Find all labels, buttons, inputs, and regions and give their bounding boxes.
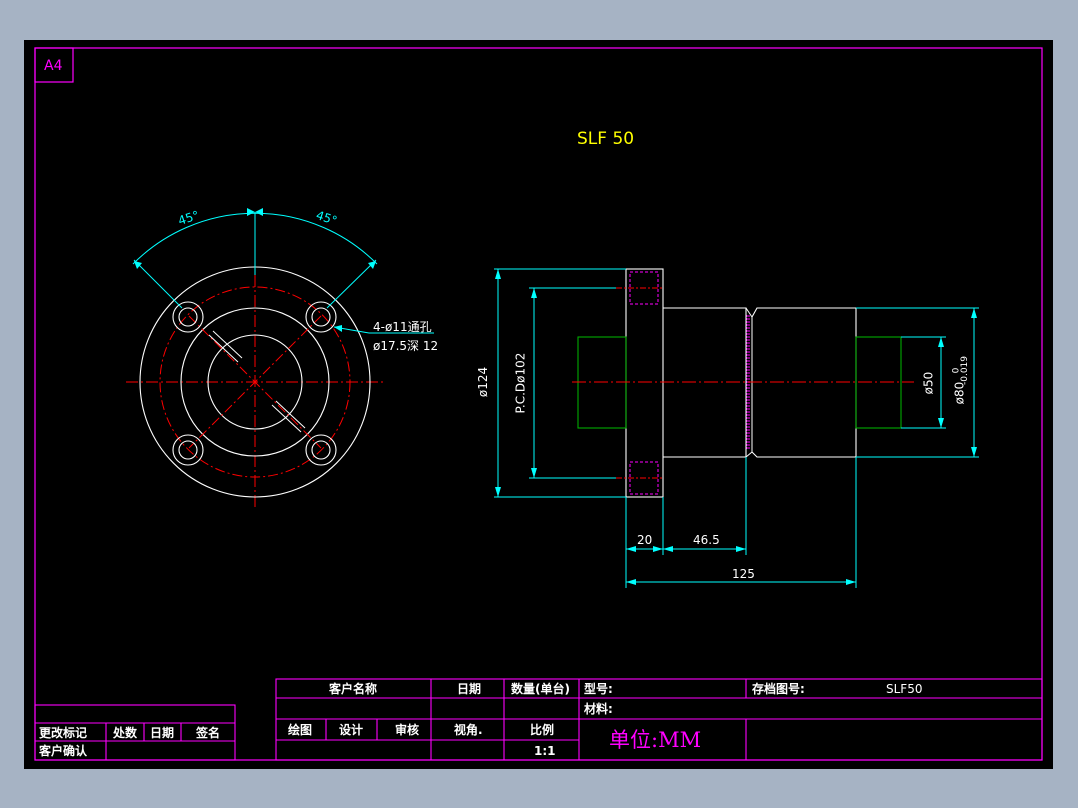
- tb-archive-value: SLF50: [886, 682, 923, 696]
- tb-customer-confirm: 客户确认: [39, 744, 88, 758]
- oil-hole-line: [275, 400, 306, 429]
- drawing-canvas: A4 SLF 50 45° 45° 4-ø11通孔 ø17.5深 12 ø124…: [24, 40, 1053, 769]
- arrow: [971, 447, 977, 457]
- arrow: [938, 337, 944, 347]
- hole-spec-label-1: 4-ø11通孔: [373, 320, 432, 334]
- tb-sign: 签名: [196, 726, 221, 740]
- tb-material: 材料:: [584, 702, 613, 716]
- tb-model: 型号:: [584, 682, 613, 696]
- cad-drawing: [34, 47, 1043, 761]
- arrow: [531, 288, 537, 298]
- dim-label-d80: ø80: [952, 381, 967, 405]
- angle-ext-line: [326, 259, 377, 309]
- counterbore-circle: [172, 301, 204, 333]
- oil-hole-line: [208, 334, 239, 363]
- tb-customer-name: 客户名称: [329, 682, 378, 696]
- arrow: [653, 546, 663, 552]
- arrow: [736, 546, 746, 552]
- dim-label-20: 20: [637, 533, 653, 547]
- tb-rev-count: 处数: [113, 726, 138, 740]
- arrow: [495, 487, 501, 497]
- side-view: [134, 208, 979, 588]
- arrow: [495, 269, 501, 279]
- tb-rev-mark: 更改标记: [39, 726, 88, 740]
- oil-hole-line: [271, 404, 302, 433]
- arrow: [531, 468, 537, 478]
- dim-label-125: 125: [732, 567, 755, 581]
- bolt-hole-circle: [311, 307, 331, 327]
- tb-view-angle: 视角.: [454, 723, 483, 737]
- tb-unit: 单位:MM: [609, 728, 702, 752]
- hole-spec-label-2: ø17.5深 12: [373, 339, 439, 353]
- groove-line: [745, 451, 753, 458]
- tb-design: 设计: [339, 723, 364, 737]
- arrow: [247, 208, 255, 216]
- outer-frame: [34, 47, 1043, 761]
- tb-date: 日期: [457, 682, 482, 696]
- dim-label-pcd: P.C.Dø102: [513, 352, 528, 414]
- arrow: [663, 546, 673, 552]
- bolt-hole-circle: [178, 307, 198, 327]
- tb-scale: 比例: [530, 723, 555, 737]
- dim-label-d80-tol-lower: -0.019: [960, 355, 971, 386]
- arrow: [938, 418, 944, 428]
- dim-label-d50: ø50: [921, 371, 936, 395]
- dim-label-d124: ø124: [476, 366, 491, 398]
- flange-outline: [625, 268, 664, 498]
- arrow: [846, 579, 856, 585]
- drawing-title: SLF 50: [577, 129, 635, 149]
- tb-archive-no: 存档图号:: [752, 682, 805, 696]
- angle-ext-line: [133, 259, 183, 309]
- tb-rev-date: 日期: [150, 726, 175, 740]
- arrow: [626, 579, 636, 585]
- front-view: [126, 212, 434, 510]
- tb-qty: 数量(单台): [511, 682, 570, 696]
- tb-review: 审核: [395, 723, 420, 737]
- arrow: [971, 308, 977, 318]
- arrow: [134, 261, 142, 269]
- arrow: [626, 546, 636, 552]
- tb-scale-value: 1:1: [534, 744, 556, 758]
- arrow: [255, 208, 263, 216]
- counterbore-circle: [305, 301, 337, 333]
- tb-drawn: 绘图: [288, 723, 313, 737]
- arrow: [368, 261, 376, 269]
- sheet-size-label: A4: [44, 58, 63, 74]
- dim-label-46-5: 46.5: [693, 533, 720, 547]
